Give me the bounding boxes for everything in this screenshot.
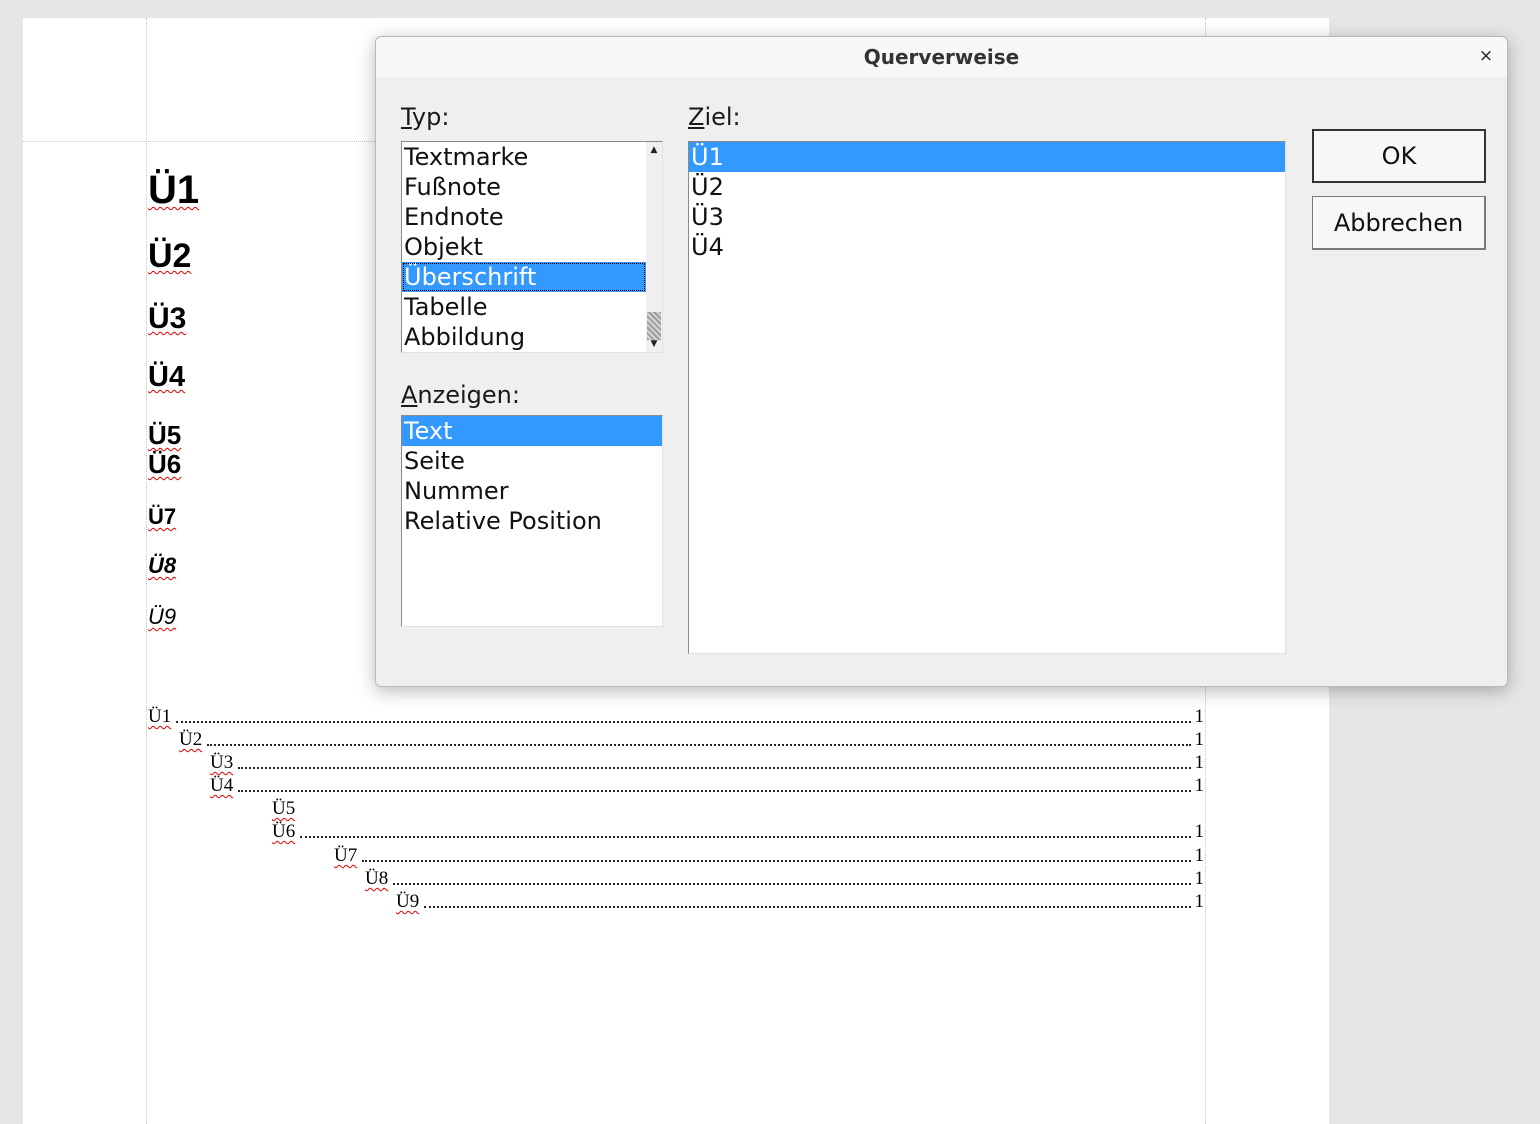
heading-7[interactable]: Ü7 bbox=[148, 506, 176, 528]
toc-entry[interactable]: Ü7 1 bbox=[334, 845, 1204, 867]
toc-entry[interactable]: Ü9 1 bbox=[396, 891, 1204, 913]
ziel-option-selected[interactable]: Ü1 bbox=[689, 142, 1285, 172]
toc-leader-dots bbox=[393, 883, 1191, 885]
heading-4[interactable]: Ü4 bbox=[148, 363, 185, 392]
toc-page-number: 1 bbox=[1194, 845, 1205, 866]
toc-entry[interactable]: Ü5 bbox=[272, 798, 1204, 820]
dialog-title: Querverweise bbox=[863, 45, 1020, 69]
ziel-option[interactable]: Ü3 bbox=[689, 202, 1285, 232]
margin-guide-left bbox=[146, 18, 147, 1124]
ok-button[interactable]: OK bbox=[1312, 129, 1486, 183]
toc-leader-dots bbox=[238, 790, 1191, 792]
typ-option[interactable]: Textmarke bbox=[402, 142, 662, 172]
close-icon[interactable]: × bbox=[1475, 45, 1497, 67]
toc-entry-label: Ü9 bbox=[396, 891, 420, 912]
toc-entry[interactable]: Ü4 1 bbox=[210, 775, 1204, 797]
toc-entry-label: Ü4 bbox=[210, 775, 234, 796]
scroll-up-icon[interactable]: ▲ bbox=[646, 142, 662, 158]
toc-entry-label: Ü7 bbox=[334, 845, 358, 866]
toc-entry-label: Ü5 bbox=[272, 798, 296, 819]
heading-9[interactable]: Ü9 bbox=[148, 606, 176, 628]
ziel-option[interactable]: Ü4 bbox=[689, 232, 1285, 262]
toc-entry[interactable]: Ü2 1 bbox=[179, 729, 1204, 751]
typ-option-selected[interactable]: Überschrift bbox=[402, 262, 646, 292]
ziel-label: Ziel: bbox=[688, 103, 741, 131]
heading-8[interactable]: Ü8 bbox=[148, 555, 176, 577]
heading-3[interactable]: Ü3 bbox=[148, 304, 186, 334]
typ-option[interactable]: Endnote bbox=[402, 202, 662, 232]
toc-leader-dots bbox=[362, 860, 1191, 862]
anzeigen-listbox[interactable]: Text Seite Nummer Relative Position bbox=[401, 415, 663, 627]
toc-page-number: 1 bbox=[1194, 891, 1205, 912]
anzeigen-option-selected[interactable]: Text bbox=[402, 416, 662, 446]
anzeigen-option[interactable]: Nummer bbox=[402, 476, 662, 506]
anzeigen-option[interactable]: Relative Position bbox=[402, 506, 662, 536]
heading-5[interactable]: Ü5 bbox=[148, 422, 181, 448]
anzeigen-option[interactable]: Seite bbox=[402, 446, 662, 476]
typ-label: Typ: bbox=[401, 103, 450, 131]
ziel-option[interactable]: Ü2 bbox=[689, 172, 1285, 202]
toc-entry-label: Ü1 bbox=[148, 706, 172, 727]
toc-entry-label: Ü8 bbox=[365, 868, 389, 889]
toc-page-number: 1 bbox=[1194, 752, 1205, 773]
typ-listbox[interactable]: Textmarke Fußnote Endnote Objekt Übersch… bbox=[401, 141, 663, 353]
typ-option[interactable]: Abbildung bbox=[402, 322, 662, 352]
toc-entry-label: Ü6 bbox=[272, 821, 296, 842]
toc-leader-dots bbox=[424, 906, 1191, 908]
cross-reference-dialog: Querverweise × Typ: Textmarke Fußnote En… bbox=[375, 36, 1508, 687]
toc-entry[interactable]: Ü6 1 bbox=[272, 821, 1204, 843]
scroll-down-icon[interactable]: ▼ bbox=[646, 336, 662, 352]
ziel-listbox[interactable]: Ü1 Ü2 Ü3 Ü4 bbox=[688, 141, 1286, 654]
toc-leader-dots bbox=[176, 721, 1191, 723]
typ-option[interactable]: Fußnote bbox=[402, 172, 662, 202]
toc-entry[interactable]: Ü1 1 bbox=[148, 706, 1204, 728]
toc-page-number: 1 bbox=[1194, 821, 1205, 842]
cancel-button[interactable]: Abbrechen bbox=[1312, 196, 1486, 250]
dialog-titlebar[interactable]: Querverweise × bbox=[376, 37, 1507, 77]
heading-6[interactable]: Ü6 bbox=[148, 451, 181, 477]
toc-entry[interactable]: Ü3 1 bbox=[210, 752, 1204, 774]
toc-page-number: 1 bbox=[1194, 868, 1205, 889]
toc-page-number: 1 bbox=[1194, 775, 1205, 796]
toc-entry-label: Ü2 bbox=[179, 729, 203, 750]
typ-scrollbar[interactable]: ▲ ▼ bbox=[646, 142, 662, 352]
heading-2[interactable]: Ü2 bbox=[148, 239, 191, 273]
typ-option[interactable]: Tabelle bbox=[402, 292, 662, 322]
toc-page-number: 1 bbox=[1194, 729, 1205, 750]
toc-leader-dots bbox=[207, 744, 1191, 746]
toc-entry-label: Ü3 bbox=[210, 752, 234, 773]
toc-leader-dots bbox=[300, 836, 1191, 838]
anzeigen-label: Anzeigen: bbox=[401, 381, 520, 409]
typ-option[interactable]: Objekt bbox=[402, 232, 662, 262]
toc-page-number: 1 bbox=[1194, 706, 1205, 727]
heading-1[interactable]: Ü1 bbox=[148, 170, 199, 210]
toc-entry[interactable]: Ü8 1 bbox=[365, 868, 1204, 890]
toc-leader-dots bbox=[238, 767, 1191, 769]
